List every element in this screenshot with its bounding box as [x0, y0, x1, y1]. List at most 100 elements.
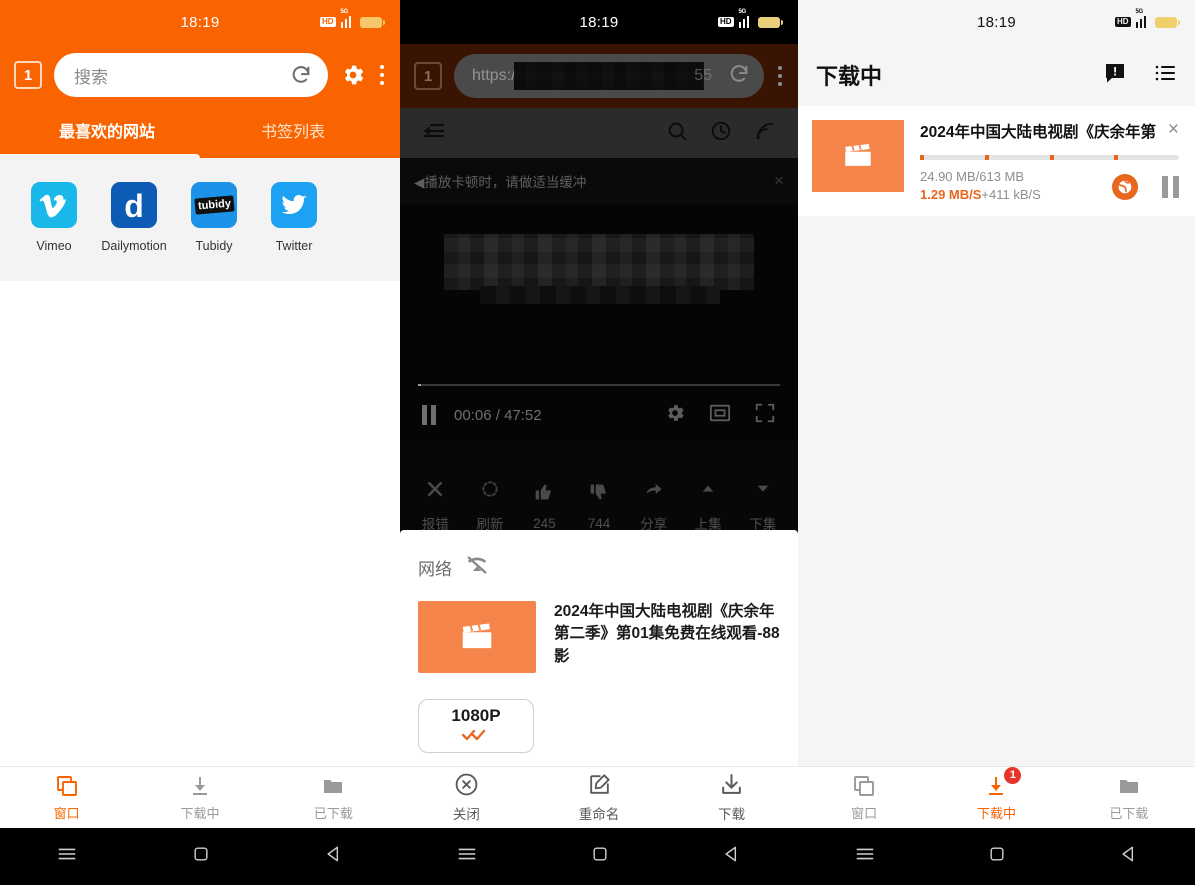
- action-next-episode[interactable]: 下集: [735, 477, 790, 533]
- kebab-menu-icon[interactable]: [776, 66, 784, 86]
- nav-item-windows[interactable]: 窗口: [798, 767, 930, 828]
- favorites-area: Vimeo d Dailymotion tubidy Tubidy Twitte…: [0, 158, 400, 281]
- dialog-button-label: 下载: [718, 806, 746, 822]
- action-prev-episode[interactable]: 上集: [681, 477, 736, 533]
- redacted-url-region: [514, 62, 704, 90]
- gear-icon[interactable]: [340, 62, 366, 88]
- favorite-label: Vimeo: [36, 239, 72, 253]
- home-icon[interactable]: [987, 844, 1007, 869]
- video-progress-bar[interactable]: [418, 384, 780, 386]
- fullscreen-icon[interactable]: [754, 402, 776, 429]
- network-row: 网络: [418, 554, 780, 581]
- redacted-video-region-2: [480, 286, 720, 304]
- rename-pencil-icon: [587, 773, 612, 797]
- dialog-action-bar: 关闭 重命名 下载: [400, 766, 798, 828]
- back-icon[interactable]: [1119, 844, 1139, 869]
- network-type-label: 5G: [340, 9, 349, 15]
- signal-icon: 5G: [1135, 9, 1151, 28]
- list-icon[interactable]: [1153, 61, 1177, 90]
- quality-option-1080p[interactable]: 1080P: [418, 699, 534, 753]
- search-placeholder: 搜索: [74, 67, 108, 87]
- tab-bookmark-list[interactable]: 书签列表: [200, 106, 386, 154]
- indent-list-icon[interactable]: [422, 119, 446, 148]
- battery-icon: [758, 16, 783, 28]
- download-list-item[interactable]: 2024年中国大陆电视剧《庆余年第 × 24.90 MB/613 MB 1.29…: [798, 106, 1195, 216]
- windows-icon: [852, 774, 876, 798]
- search-icon[interactable]: [666, 120, 688, 147]
- status-icons: HD 5G: [1114, 9, 1180, 28]
- dialog-close-button[interactable]: 关闭: [400, 767, 533, 828]
- clapperboard-icon: [812, 120, 904, 192]
- nav-label: 下载中: [976, 805, 1016, 821]
- video-controls: 00:06 / 47:52: [400, 390, 798, 440]
- action-label: 744: [587, 515, 611, 531]
- double-check-icon: [461, 728, 491, 747]
- tab-count-button[interactable]: 1: [414, 62, 442, 90]
- home-icon[interactable]: [191, 844, 211, 869]
- reload-icon[interactable]: [290, 64, 312, 86]
- action-report-error[interactable]: 报错: [408, 477, 463, 533]
- search-input[interactable]: 搜索: [54, 53, 328, 97]
- close-icon[interactable]: ×: [774, 171, 784, 191]
- action-like[interactable]: 245: [517, 480, 572, 531]
- favorite-tile-vimeo[interactable]: Vimeo: [14, 182, 94, 253]
- download-speed-secondary: +411 kB/S: [981, 187, 1041, 202]
- pip-icon[interactable]: [708, 402, 732, 429]
- bottom-nav: 窗口 下载中 已下载: [0, 766, 400, 828]
- nav-item-windows[interactable]: 窗口: [0, 767, 133, 828]
- nav-item-downloaded[interactable]: 已下载: [1063, 767, 1195, 828]
- dialog-button-label: 重命名: [578, 806, 620, 822]
- favorite-label: Twitter: [275, 239, 313, 253]
- rss-icon[interactable]: [754, 120, 776, 147]
- thumbs-down-icon: [589, 480, 609, 504]
- chevron-up-icon: [698, 477, 718, 501]
- globe-icon[interactable]: [1112, 174, 1138, 200]
- quality-label: 1080P: [451, 705, 501, 725]
- download-count-badge: 1: [1004, 766, 1022, 784]
- download-speed: 1.29 MB/S+411 kB/S: [920, 187, 1112, 202]
- favorite-tile-tubidy[interactable]: tubidy Tubidy: [174, 182, 254, 253]
- dialog-download-button[interactable]: 下载: [665, 767, 798, 828]
- favorites-grid: Vimeo d Dailymotion tubidy Tubidy Twitte…: [0, 182, 400, 253]
- home-icon[interactable]: [590, 844, 610, 869]
- favorite-label: Dailymotion: [101, 239, 167, 253]
- notice-text: ◀播放卡顿时，请做适当缓冲: [414, 175, 587, 190]
- kebab-menu-icon[interactable]: [378, 65, 386, 85]
- chevron-down-icon: [753, 477, 773, 501]
- favorite-tile-twitter[interactable]: Twitter: [254, 182, 334, 253]
- alert-message-icon[interactable]: [1103, 61, 1127, 90]
- back-icon[interactable]: [324, 844, 344, 869]
- close-icon[interactable]: ×: [1168, 120, 1179, 139]
- favorite-tile-dailymotion[interactable]: d Dailymotion: [94, 182, 174, 253]
- clapperboard-icon: [418, 601, 536, 673]
- action-share[interactable]: 分享: [626, 477, 681, 533]
- menu-icon[interactable]: [854, 843, 876, 870]
- nav-item-downloading[interactable]: 1 下载中: [930, 766, 1062, 828]
- back-icon[interactable]: [722, 844, 742, 869]
- menu-icon[interactable]: [456, 843, 478, 870]
- nav-label: 窗口: [851, 805, 878, 821]
- menu-icon[interactable]: [56, 843, 78, 870]
- pause-icon[interactable]: [422, 405, 436, 425]
- nav-item-downloading[interactable]: 下载中: [133, 767, 266, 828]
- download-icon: [188, 774, 212, 798]
- folder-icon: [321, 774, 345, 798]
- spinner-refresh-icon: [480, 477, 500, 501]
- video-player[interactable]: 00:06 / 47:52: [400, 204, 798, 440]
- pause-icon[interactable]: [1162, 176, 1179, 198]
- reload-icon[interactable]: [728, 63, 750, 90]
- home-tabs: 最喜欢的网站 书签列表: [14, 106, 386, 154]
- dialog-rename-button[interactable]: 重命名: [533, 767, 666, 828]
- folder-icon: [1117, 774, 1141, 798]
- action-refresh[interactable]: 刷新: [463, 477, 518, 533]
- thumbs-up-icon: [534, 480, 554, 504]
- tab-indicator: [0, 154, 400, 158]
- gear-icon[interactable]: [664, 402, 686, 429]
- tab-favorite-sites[interactable]: 最喜欢的网站: [14, 106, 200, 154]
- url-input[interactable]: https:// 55: [454, 54, 764, 98]
- page-toolbar: [400, 108, 798, 158]
- tab-count-button[interactable]: 1: [14, 61, 42, 89]
- action-dislike[interactable]: 744: [572, 480, 627, 531]
- nav-item-downloaded[interactable]: 已下载: [267, 767, 400, 828]
- history-clock-icon[interactable]: [710, 120, 732, 147]
